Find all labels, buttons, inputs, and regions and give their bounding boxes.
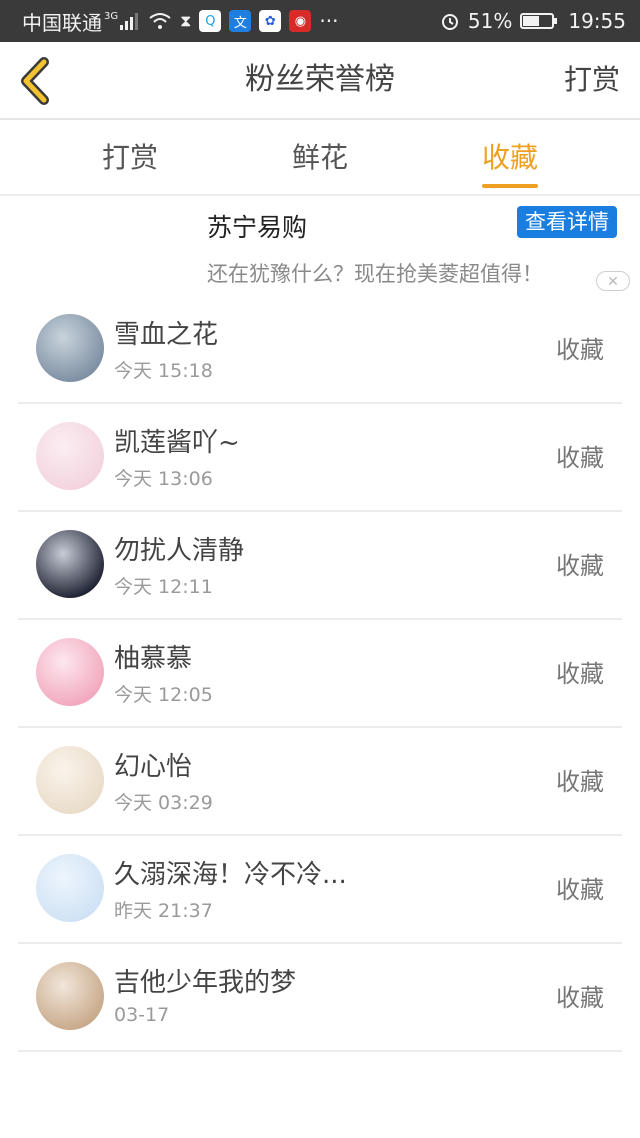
carrier-label: 中国联通 (22, 10, 102, 35)
user-name: 勿扰人清静 (114, 536, 245, 566)
ad-title: 苏宁易购 (207, 213, 308, 242)
user-name: 柚慕慕 (114, 644, 193, 674)
network-label: 3G (104, 10, 119, 22)
action-label: 收藏 (556, 984, 604, 1012)
active-tab-indicator (482, 184, 538, 188)
avatar[interactable] (36, 638, 104, 706)
list-item[interactable]: 吉他少年我的梦 03-17 收藏 (0, 944, 640, 1052)
avatar[interactable] (36, 314, 104, 382)
app-header: 粉丝荣誉榜 打赏 (0, 42, 640, 120)
baidu-app-icon: ✿ (259, 10, 282, 32)
clock: 19:55 (568, 9, 626, 33)
close-ad-button[interactable]: ✕ (596, 271, 630, 291)
tab-flowers[interactable]: 鲜花 (260, 120, 380, 194)
alarm-icon (441, 14, 458, 30)
timestamp: 今天 12:11 (114, 576, 213, 598)
wifi-icon (149, 13, 171, 29)
timestamp: 昨天 21:37 (114, 900, 213, 922)
avatar[interactable] (36, 962, 104, 1030)
timestamp: 今天 15:18 (114, 360, 213, 382)
signal-icon (120, 13, 139, 30)
tab-favorites[interactable]: 收藏 (450, 120, 570, 194)
timestamp: 今天 12:05 (114, 684, 213, 706)
user-name: 凯莲酱吖~ (114, 428, 240, 458)
hourglass-icon: ⧗ (180, 11, 192, 30)
user-name: 久溺深海！冷不冷... (114, 860, 347, 890)
list-item[interactable]: 幻心怡 今天 03:29 收藏 (0, 728, 640, 836)
more-notifications-icon: ··· (319, 9, 339, 33)
page-title: 粉丝荣誉榜 (245, 62, 395, 97)
list-item[interactable]: 雪血之花 今天 15:18 收藏 (0, 296, 640, 404)
avatar[interactable] (36, 530, 104, 598)
user-name: 幻心怡 (114, 752, 193, 782)
tab-reward[interactable]: 打赏 (70, 120, 190, 194)
wen-app-icon: 文 (229, 10, 252, 32)
status-bar: 中国联通 3G ⧗ Q 文 ✿ ◉ ··· 51% 19:55 (0, 0, 640, 42)
timestamp: 03-17 (114, 1004, 170, 1026)
ad-subtitle: 还在犹豫什么？现在抢美菱超值得！ (207, 262, 543, 286)
list-item[interactable]: 勿扰人清静 今天 12:11 收藏 (0, 512, 640, 620)
battery-icon (520, 13, 558, 29)
action-label: 收藏 (556, 660, 604, 688)
action-label: 收藏 (556, 876, 604, 904)
divider (18, 1050, 622, 1052)
qq-app-icon: Q (199, 10, 222, 32)
list-item[interactable]: 柚慕慕 今天 12:05 收藏 (0, 620, 640, 728)
user-name: 雪血之花 (114, 320, 219, 350)
timestamp: 今天 03:29 (114, 792, 213, 814)
list-item[interactable]: 凯莲酱吖~ 今天 13:06 收藏 (0, 404, 640, 512)
reward-button[interactable]: 打赏 (564, 42, 620, 118)
battery-percent: 51% (467, 9, 513, 33)
view-details-button[interactable]: 查看详情 (517, 206, 617, 238)
tab-bar: 打赏 鲜花 收藏 (0, 120, 640, 196)
avatar[interactable] (36, 746, 104, 814)
avatar[interactable] (36, 854, 104, 922)
timestamp: 今天 13:06 (114, 468, 213, 490)
list-item[interactable]: 久溺深海！冷不冷... 昨天 21:37 收藏 (0, 836, 640, 944)
action-label: 收藏 (556, 552, 604, 580)
ad-banner[interactable]: 苏宁易购 查看详情 还在犹豫什么？现在抢美菱超值得！ ✕ (0, 196, 640, 300)
action-label: 收藏 (556, 336, 604, 364)
action-label: 收藏 (556, 444, 604, 472)
avatar[interactable] (36, 422, 104, 490)
action-label: 收藏 (556, 768, 604, 796)
news-app-icon: ◉ (289, 10, 312, 32)
battery-level (523, 16, 539, 26)
user-name: 吉他少年我的梦 (114, 968, 297, 998)
